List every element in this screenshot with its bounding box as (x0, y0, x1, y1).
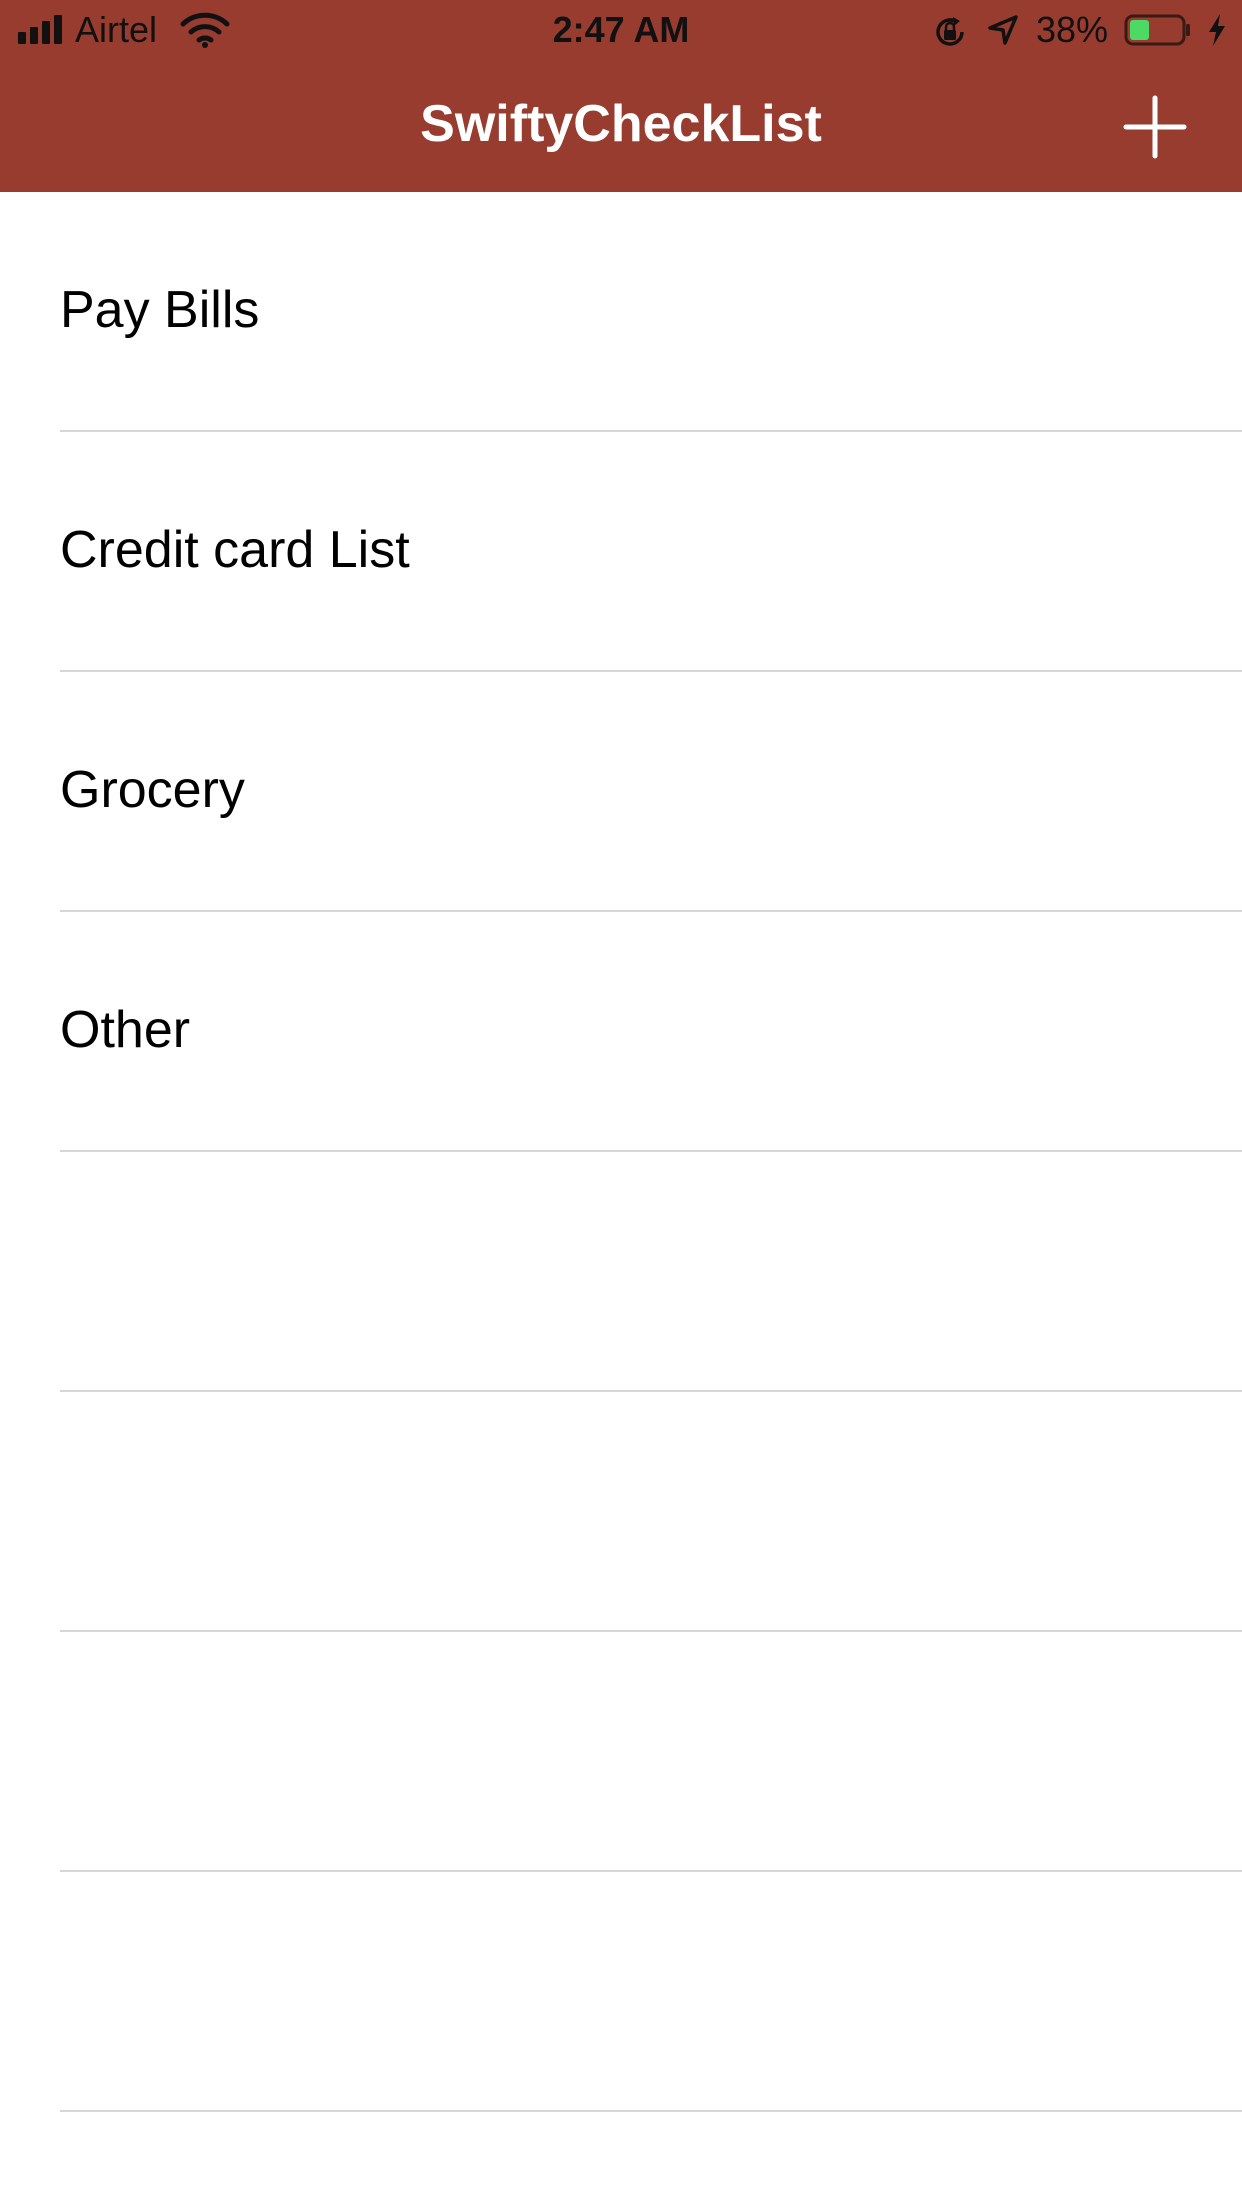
battery-icon (1124, 14, 1190, 46)
nav-title: SwiftyCheckList (420, 95, 822, 153)
list-item-label: Other (60, 1001, 191, 1059)
list-item[interactable]: Pay Bills (0, 192, 1242, 432)
status-bar: Airtel 2:47 AM 38% (0, 0, 1242, 62)
list-item-label: Grocery (60, 761, 245, 819)
empty-list-row (0, 1872, 1242, 2112)
location-arrow-icon (988, 15, 1018, 45)
battery-percentage: 38% (1036, 9, 1109, 50)
header: Airtel 2:47 AM 38% SwiftyCheckList (0, 0, 1242, 192)
add-button[interactable] (1118, 90, 1192, 164)
list-item-label: Credit card List (60, 521, 410, 579)
list-item[interactable]: Credit card List (0, 432, 1242, 672)
plus-icon (1123, 95, 1187, 159)
empty-list-row (0, 1392, 1242, 1632)
rotation-lock-icon (936, 17, 964, 46)
list-item[interactable]: Other (0, 912, 1242, 1152)
checklist-table: Pay Bills Credit card List Grocery Other (0, 192, 1242, 2112)
empty-list-row (0, 1632, 1242, 1872)
list-item[interactable]: Grocery (0, 672, 1242, 912)
list-item-label: Pay Bills (60, 281, 260, 339)
charging-bolt-icon (1209, 14, 1225, 46)
empty-list-row (0, 1152, 1242, 1392)
app-screen: Airtel 2:47 AM 38% SwiftyCheckList Pay B… (0, 0, 1242, 2208)
